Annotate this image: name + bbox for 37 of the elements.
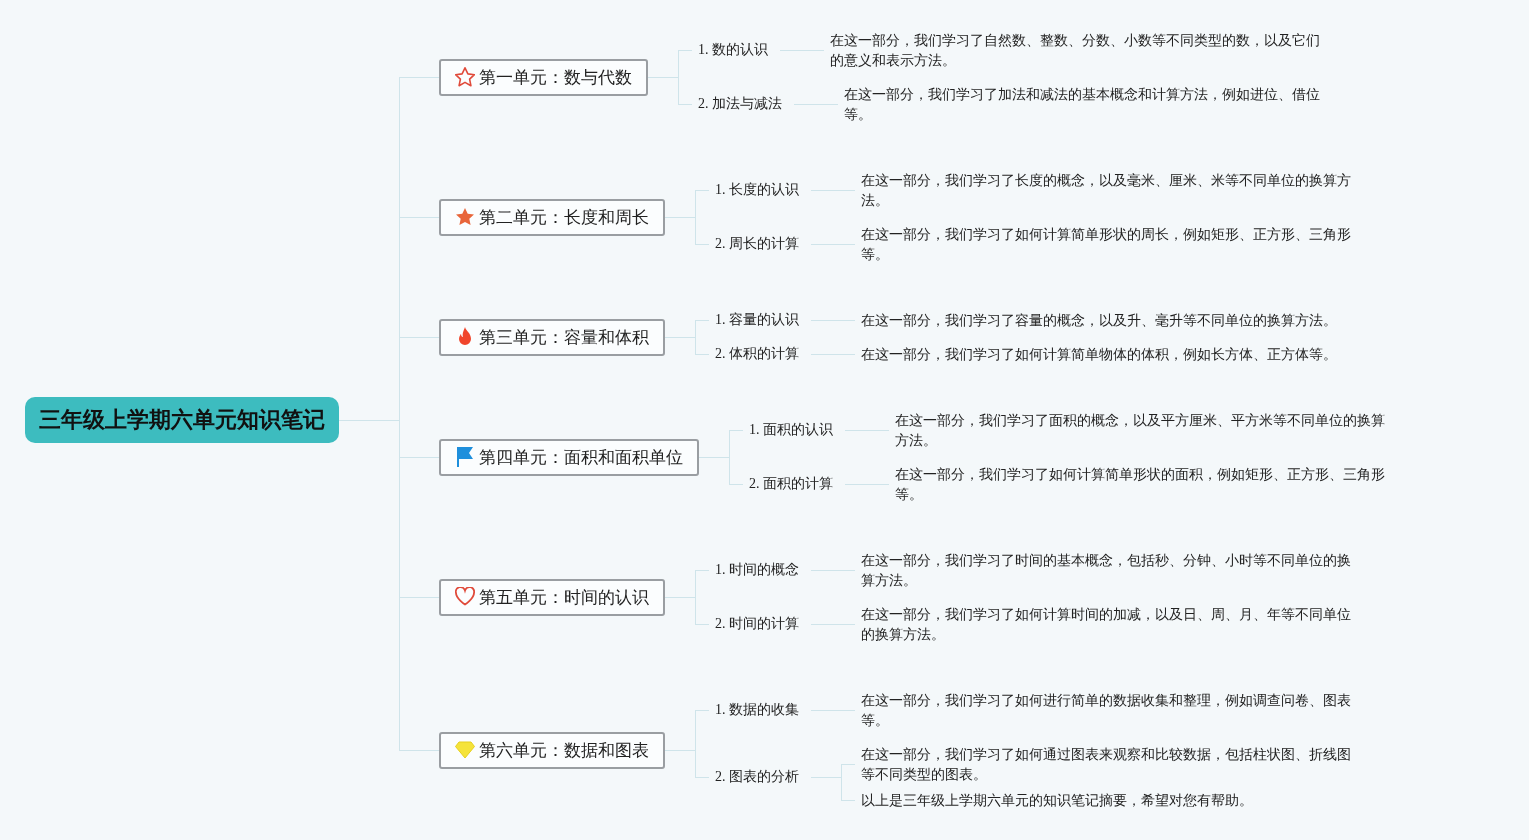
root-topic: 三年级上学期六单元知识笔记 <box>25 397 339 443</box>
diamond-icon <box>455 740 475 760</box>
subtopic-label: 1. 面积的认识 <box>749 421 833 439</box>
unit-topic: 第一单元：数与代数 <box>439 58 648 96</box>
note-text: 在这一部分，我们学习了长度的概念，以及毫米、厘米、米等不同单位的换算方法。 <box>861 171 1352 210</box>
note-text: 在这一部分，我们学习了自然数、整数、分数、小数等不同类型的数，以及它们的意义和表示方法。 <box>830 31 1321 70</box>
subtopic-label: 2. 体积的计算 <box>715 345 799 363</box>
subtopic-label: 1. 容量的认识 <box>715 311 799 329</box>
subtopic-label: 1. 长度的认识 <box>715 181 799 199</box>
subtopic-label: 1. 时间的概念 <box>715 561 799 579</box>
note-text: 在这一部分，我们学习了面积的概念，以及平方厘米、平方米等不同单位的换算方法。 <box>895 411 1386 450</box>
flag-icon <box>455 447 475 467</box>
note-text: 在这一部分，我们学习了如何进行简单的数据收集和整理，例如调查问卷、图表等。 <box>861 691 1352 730</box>
subtopic-label: 1. 数据的收集 <box>715 701 799 719</box>
subtopic-label: 2. 加法与减法 <box>698 95 782 113</box>
note-text: 以上是三年级上学期六单元的知识笔记摘要，希望对您有帮助。 <box>861 791 1254 810</box>
subtopic-label: 2. 面积的计算 <box>749 475 833 493</box>
subtopic-label: 2. 图表的分析 <box>715 768 799 786</box>
heart-icon <box>455 587 475 607</box>
subtopic-label: 2. 周长的计算 <box>715 235 799 253</box>
star-icon <box>455 207 475 227</box>
unit-topic: 第四单元：面积和面积单位 <box>439 438 699 476</box>
note-text: 在这一部分，我们学习了如何计算简单形状的面积，例如矩形、正方形、三角形等。 <box>895 465 1386 504</box>
subtopic-label: 2. 时间的计算 <box>715 615 799 633</box>
note-text: 在这一部分，我们学习了如何计算简单形状的周长，例如矩形、正方形、三角形等。 <box>861 225 1352 264</box>
note-text: 在这一部分，我们学习了如何通过图表来观察和比较数据，包括柱状图、折线图等不同类型的图表。 <box>861 745 1352 784</box>
unit-topic: 第六单元：数据和图表 <box>439 731 665 769</box>
note-text: 在这一部分，我们学习了如何计算时间的加减，以及日、周、月、年等不同单位的换算方法。 <box>861 605 1352 644</box>
unit-topic: 第三单元：容量和体积 <box>439 318 665 356</box>
unit-topic: 第二单元：长度和周长 <box>439 198 665 236</box>
note-text: 在这一部分，我们学习了时间的基本概念，包括秒、分钟、小时等不同单位的换算方法。 <box>861 551 1352 590</box>
note-text: 在这一部分，我们学习了如何计算简单物体的体积，例如长方体、正方体等。 <box>861 345 1338 364</box>
unit-topic: 第五单元：时间的认识 <box>439 578 665 616</box>
subtopic-label: 1. 数的认识 <box>698 41 768 59</box>
note-text: 在这一部分，我们学习了加法和减法的基本概念和计算方法，例如进位、借位等。 <box>844 85 1321 124</box>
star-outline-icon <box>455 67 475 87</box>
note-text: 在这一部分，我们学习了容量的概念，以及升、毫升等不同单位的换算方法。 <box>861 311 1338 330</box>
